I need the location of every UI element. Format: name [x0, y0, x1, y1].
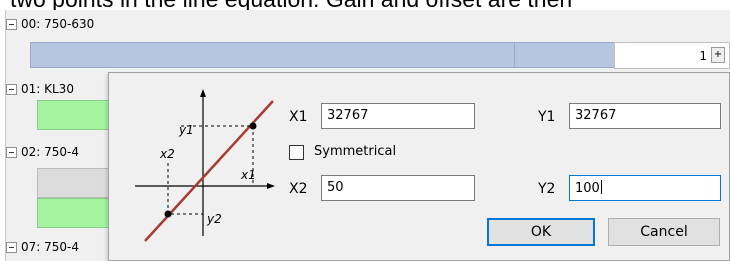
tree-group-07[interactable]: 07: 750-4 — [6, 235, 79, 259]
y-axis-arrow-icon — [200, 89, 206, 97]
channel-bar-green — [37, 100, 110, 130]
tree-group-label: 07: 750-4 — [21, 240, 79, 254]
tree-group-02[interactable]: 02: 750-4 — [6, 140, 79, 164]
tree-group-label: 02: 750-4 — [21, 145, 79, 159]
y1-input[interactable]: 32767 — [569, 103, 721, 129]
value-bar-segment — [515, 42, 615, 68]
point2-marker — [164, 210, 172, 218]
x2-input[interactable]: 50 — [321, 175, 475, 201]
collapse-icon[interactable] — [6, 241, 17, 253]
point2-guides — [167, 163, 203, 215]
tree-group-label: 00: 750-630 — [21, 17, 95, 31]
spin-plus-icon[interactable]: + — [711, 47, 725, 63]
y2-value: 100 — [575, 181, 600, 196]
y1-label: Y1 — [538, 109, 556, 125]
channel-bar-green — [37, 198, 110, 228]
collapse-icon[interactable] — [6, 18, 17, 30]
point1-marker — [249, 122, 257, 130]
symmetrical-label[interactable]: Symmetrical — [314, 144, 396, 159]
value-spin-input[interactable]: 1 + — [614, 42, 730, 69]
channel-bar-gray — [37, 168, 110, 198]
spin-value: 1 — [699, 49, 707, 63]
text-caret — [600, 180, 602, 194]
cancel-button[interactable]: Cancel — [608, 218, 720, 246]
collapse-icon[interactable] — [6, 146, 17, 158]
tree-group-label: 01: KL30 — [21, 82, 74, 96]
y2-input[interactable]: 100 — [569, 175, 721, 201]
symmetrical-checkbox[interactable] — [289, 145, 304, 160]
ok-button[interactable]: OK — [487, 218, 595, 246]
graph-label-y2: y2 — [206, 212, 222, 226]
graph-label-x1: x1 — [240, 168, 256, 182]
tree-group-01[interactable]: 01: KL30 — [6, 77, 74, 101]
value-bar — [30, 42, 515, 68]
x1-label: X1 — [289, 109, 308, 125]
graph-label-x2: x2 — [159, 147, 175, 161]
x-axis-arrow-icon — [267, 183, 275, 189]
scaling-dialog: y1 x2 x1 y2 X1 32767 Y1 32767 Symmetrica… — [108, 72, 730, 261]
x2-label: X2 — [289, 181, 308, 197]
line-equation-graph-icon: y1 x2 x1 y2 — [135, 89, 275, 242]
collapse-icon[interactable] — [6, 83, 17, 95]
y2-label: Y2 — [538, 181, 556, 197]
tree-group-00[interactable]: 00: 750-630 — [6, 12, 95, 36]
graph-label-y1: y1 — [178, 123, 194, 137]
x1-input[interactable]: 32767 — [321, 103, 475, 129]
